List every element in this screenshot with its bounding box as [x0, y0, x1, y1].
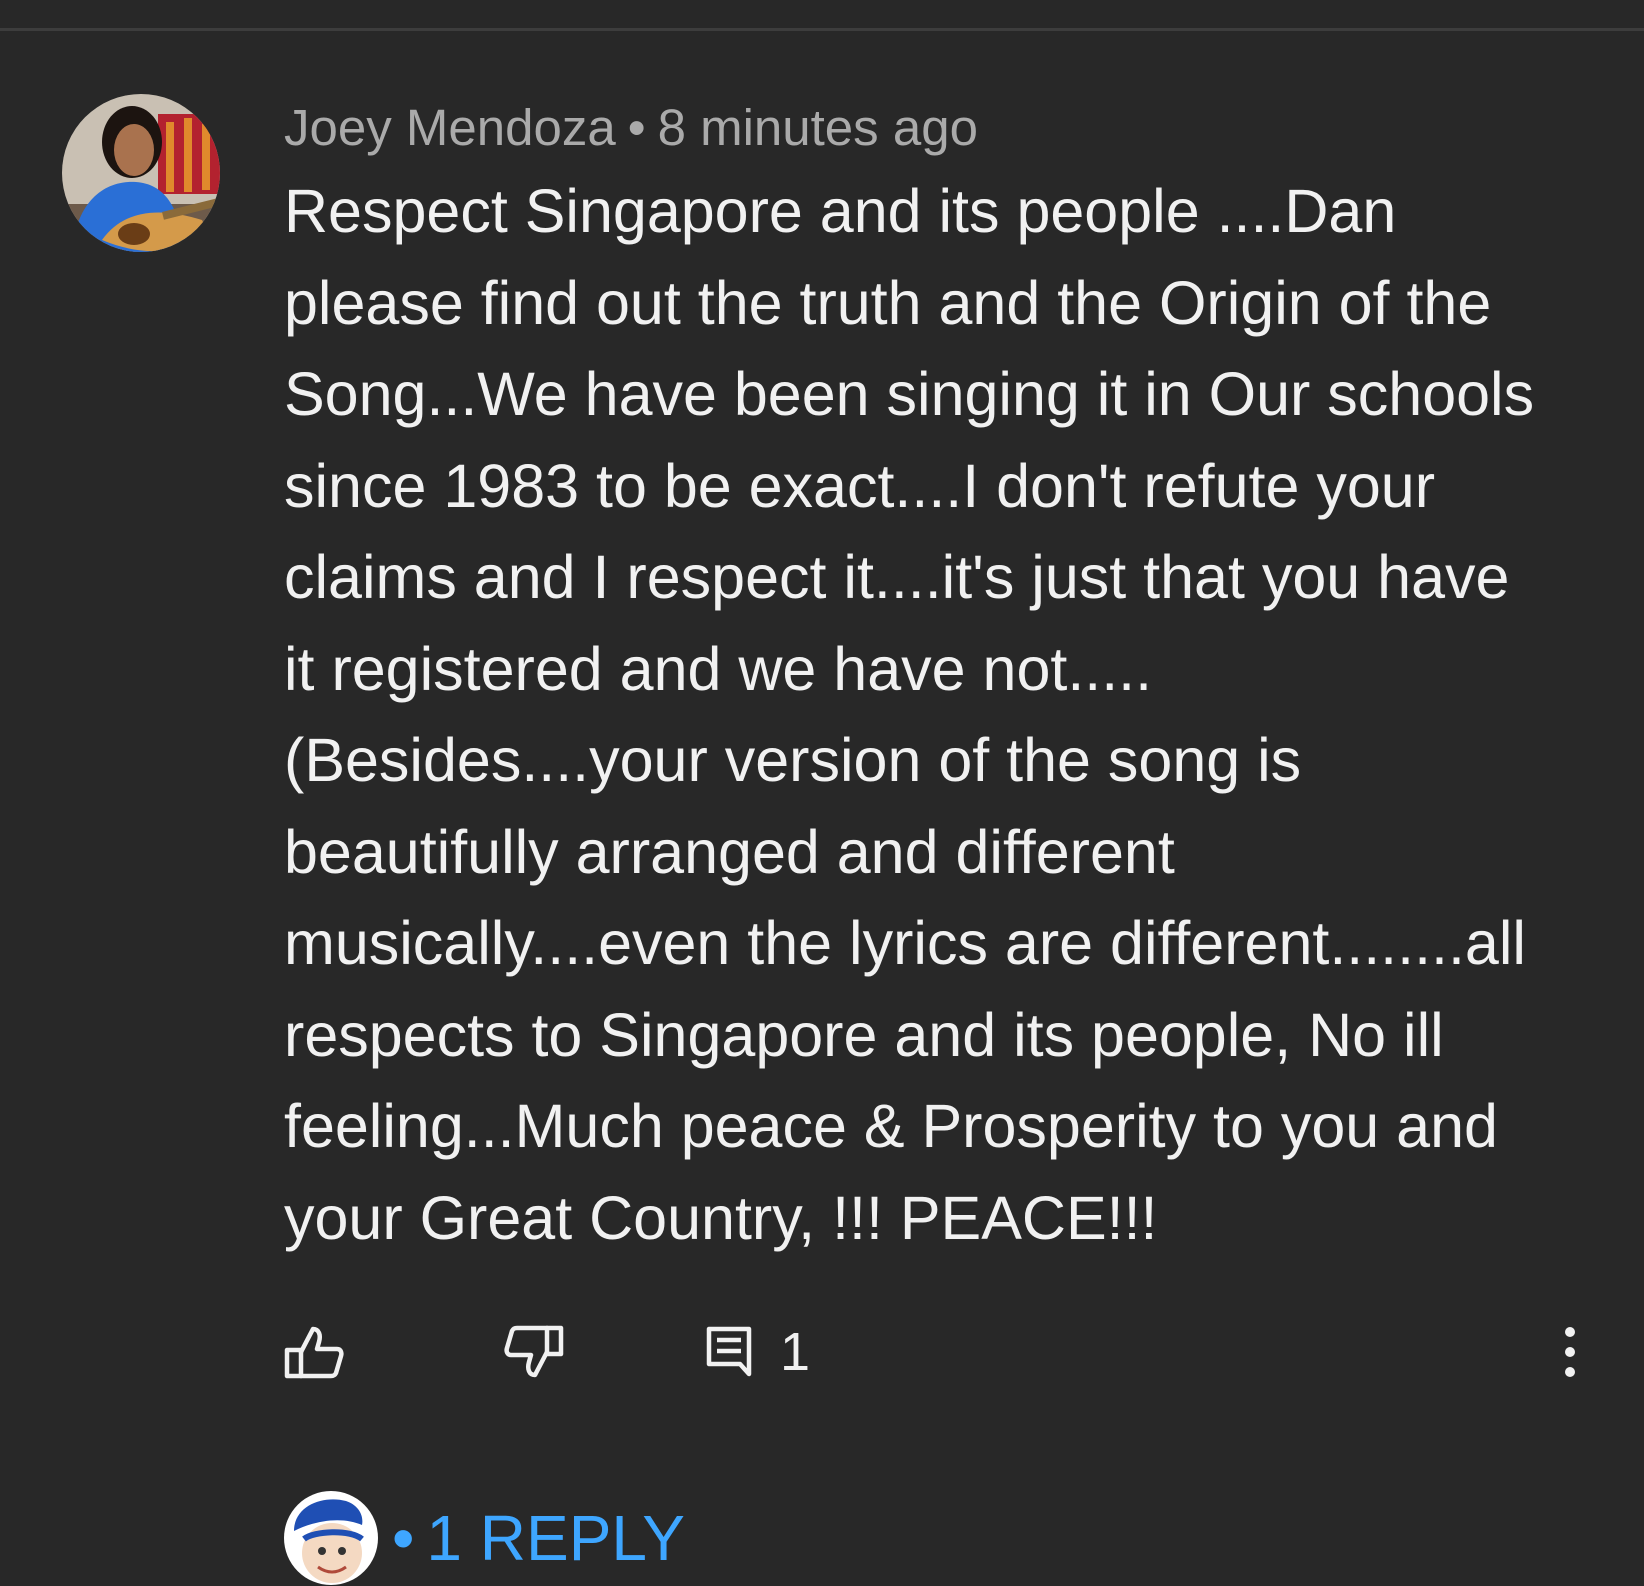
reply-count: 1: [780, 1322, 811, 1382]
reply-author-avatar: [284, 1491, 378, 1585]
comment-text-line: Respect Singapore and its people ....Dan: [284, 177, 1397, 245]
comment-text-line: claims and I respect it....it's just tha…: [284, 543, 1510, 611]
comment-text-line: it registered and we have not.....: [284, 634, 1153, 703]
comment-text-line: respects to Singapore and its people, No…: [284, 1000, 1444, 1069]
replies-count-label: 1 REPLY: [426, 1502, 685, 1574]
replies-label: • 1 REPLY: [392, 1501, 685, 1575]
thumbs-down-icon: [504, 1324, 564, 1380]
comment-header: Joey Mendoza • 8 minutes ago: [284, 96, 978, 160]
comment-timestamp[interactable]: 8 minutes ago: [658, 99, 978, 156]
comment-text-line: musically....even the lyrics are differe…: [284, 909, 1526, 977]
more-vertical-icon: [1562, 1326, 1578, 1378]
replies-separator: •: [392, 1502, 415, 1574]
dislike-button[interactable]: [504, 1316, 564, 1388]
comment-text-line: please find out the truth and the Origin…: [284, 268, 1492, 337]
header-separator: •: [627, 99, 646, 156]
comment-text-line: beautifully arranged and different: [284, 817, 1175, 886]
more-options-button[interactable]: [1562, 1316, 1578, 1388]
comment-text-line: Song...We have been singing it in Our sc…: [284, 360, 1535, 428]
reply-button[interactable]: 1: [706, 1316, 810, 1388]
comment-icon: [706, 1326, 752, 1378]
comment-actions: 1: [284, 1316, 1604, 1388]
comment-text-line: feeling...Much peace & Prosperity to you…: [284, 1092, 1498, 1160]
like-button[interactable]: [284, 1316, 344, 1388]
author-avatar[interactable]: [62, 94, 220, 252]
comment-text: Respect Singapore and its people ....Dan…: [284, 166, 1584, 1264]
thumbs-up-icon: [284, 1324, 344, 1380]
comment-text-line: (Besides....your version of the song is: [284, 726, 1302, 794]
top-divider: [0, 28, 1644, 31]
view-replies-button[interactable]: • 1 REPLY: [284, 1490, 685, 1586]
author-name[interactable]: Joey Mendoza: [284, 99, 616, 156]
comment-text-line: your Great Country, !!! PEACE!!!: [284, 1183, 1158, 1252]
comment-text-line: since 1983 to be exact....I don't refute…: [284, 451, 1436, 520]
